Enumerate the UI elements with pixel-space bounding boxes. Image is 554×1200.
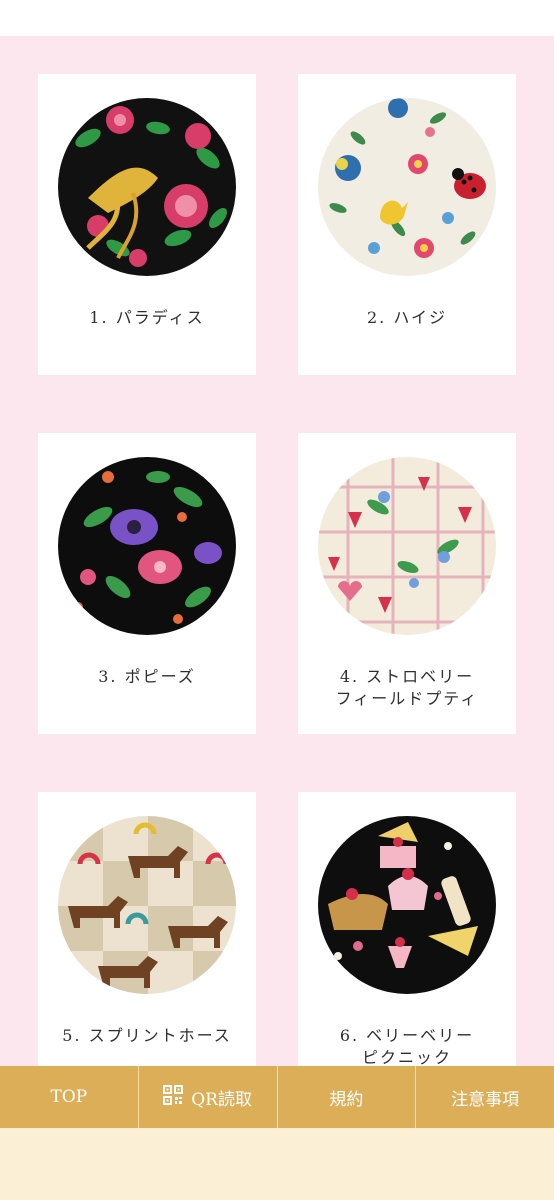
pattern-image-heidi[interactable] <box>318 98 496 276</box>
pattern-number: 5. <box>62 1026 82 1045</box>
pattern-card-4[interactable]: 4. ストロベリー フィールドプティ <box>298 433 516 734</box>
qr-code-icon <box>163 1084 184 1110</box>
nav-notes-label: 注意事項 <box>451 1089 520 1110</box>
pattern-name-line-2: フィールドプティ <box>335 689 479 708</box>
pattern-card-2[interactable]: 2. ハイジ <box>298 74 516 375</box>
pattern-number: 2. <box>366 308 387 327</box>
pattern-name: ベリーベリー <box>366 1026 475 1045</box>
nav-top-label: TOP <box>50 1087 88 1107</box>
nav-terms-button[interactable]: 規約 <box>276 1066 416 1128</box>
bottom-navigation: TOP QR読取 規約 注意事項 <box>0 1066 554 1128</box>
pattern-number: 6. <box>339 1026 360 1045</box>
pattern-image-berry-berry-picnic[interactable] <box>318 816 496 994</box>
pattern-image-paradis[interactable] <box>58 98 236 276</box>
pattern-card-5[interactable]: 5. スプリントホース <box>38 792 256 1082</box>
pattern-caption-3: 3. ポピーズ <box>38 666 256 688</box>
pattern-number: 4. <box>339 667 360 686</box>
pattern-caption-5: 5. スプリントホース <box>38 1025 256 1047</box>
nav-terms-label: 規約 <box>329 1089 364 1110</box>
nav-top-button[interactable]: TOP <box>0 1066 138 1128</box>
pattern-image-poppies[interactable] <box>58 457 236 635</box>
pattern-caption-line-1: 4. ストロベリー <box>298 666 516 688</box>
pattern-number: 1. <box>89 308 109 327</box>
pattern-card-1[interactable]: 1. パラディス <box>38 74 256 375</box>
pattern-image-sprint-horse[interactable] <box>58 816 236 994</box>
top-header-bar <box>0 0 554 36</box>
pattern-caption-4: 4. ストロベリー フィールドプティ <box>298 666 516 710</box>
pattern-card-3[interactable]: 3. ポピーズ <box>38 433 256 734</box>
pattern-caption-6: 6. ベリーベリー ピクニック <box>298 1025 516 1069</box>
pattern-name: ストロベリー <box>366 667 475 686</box>
pattern-name: パラディス <box>115 308 205 327</box>
nav-qr-button[interactable]: QR読取 <box>137 1066 277 1128</box>
footer-area <box>0 1128 554 1200</box>
pattern-name: ハイジ <box>393 308 448 327</box>
pattern-name: ポピーズ <box>124 667 196 686</box>
nav-qr-label: QR読取 <box>191 1089 252 1110</box>
pattern-name: スプリントホース <box>88 1026 232 1045</box>
pattern-caption-1: 1. パラディス <box>38 307 256 329</box>
pattern-number: 3. <box>98 667 118 686</box>
nav-notes-button[interactable]: 注意事項 <box>415 1066 554 1128</box>
pattern-image-strawberry-field-petit[interactable] <box>318 457 496 635</box>
pattern-caption-2: 2. ハイジ <box>298 307 516 329</box>
pattern-caption-line-1: 6. ベリーベリー <box>298 1025 516 1047</box>
pattern-card-6[interactable]: 6. ベリーベリー ピクニック <box>298 792 516 1082</box>
